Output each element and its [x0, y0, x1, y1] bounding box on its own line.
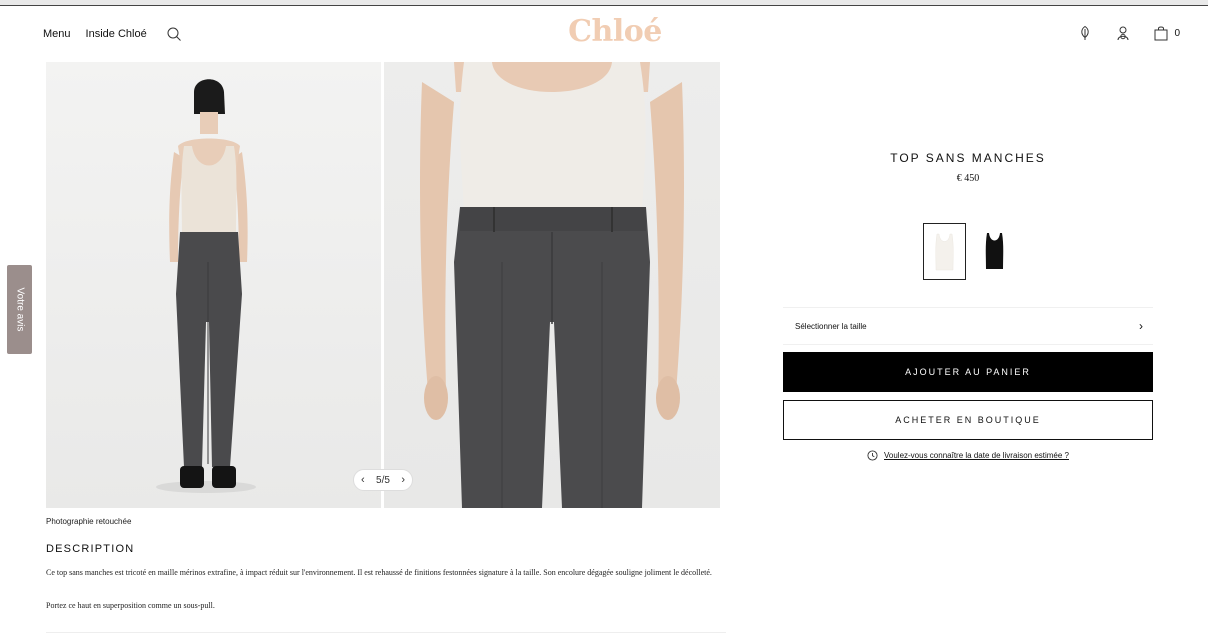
swatch-black[interactable] [974, 223, 1017, 280]
product-photo-back-view[interactable] [46, 62, 381, 508]
account-icon[interactable] [1115, 25, 1131, 41]
feedback-tab[interactable]: Votre avis [7, 265, 32, 354]
gallery-next-button[interactable]: › [401, 474, 405, 486]
product-gallery [46, 62, 720, 508]
utility-nav: 0 [1055, 25, 1180, 41]
product-name: TOP SANS MANCHES [890, 151, 1046, 165]
gallery-page-indicator: 5/5 [376, 474, 390, 486]
photo-retouch-note: Photographie retouchée [46, 517, 132, 526]
product-photo-detail-view[interactable] [384, 62, 720, 508]
size-selector-label: Sélectionner la taille [795, 321, 867, 331]
search-icon[interactable] [166, 26, 182, 42]
feedback-tab-label: Votre avis [14, 287, 26, 332]
description-heading: DESCRIPTION [46, 543, 135, 555]
brand-logo[interactable]: Chloé [560, 14, 670, 49]
product-details: TOP SANS MANCHES € 450 [783, 150, 1153, 184]
cart-count: 0 [1174, 27, 1180, 39]
product-price: € 450 [956, 173, 980, 184]
nav-menu-link[interactable]: Menu [43, 28, 71, 40]
delivery-estimate-link[interactable]: Voulez-vous connaître la date de livrais… [884, 451, 1069, 460]
gallery-prev-button[interactable]: ‹ [361, 474, 365, 486]
size-selector[interactable]: Sélectionner la taille › [783, 307, 1153, 345]
clock-icon [867, 450, 878, 461]
color-swatches [923, 223, 1017, 280]
gallery-pager: ‹ 5/5 › [353, 469, 413, 491]
site-header: Menu Inside Chloé Chloé 0 [0, 6, 1208, 58]
bag-icon[interactable] [1153, 25, 1169, 41]
description-paragraph: Ce top sans manches est tricoté en maill… [46, 568, 712, 577]
description-paragraph: Portez ce haut en superposition comme un… [46, 601, 215, 610]
swatch-ivory[interactable] [923, 223, 966, 280]
add-to-cart-button[interactable]: AJOUTER AU PANIER [783, 352, 1153, 392]
buy-in-store-button[interactable]: ACHETER EN BOUTIQUE [783, 400, 1153, 440]
divider [46, 632, 726, 633]
leaf-icon[interactable] [1077, 25, 1093, 41]
chevron-right-icon: › [1139, 319, 1143, 333]
nav-inside-chloe-link[interactable]: Inside Chloé [86, 28, 147, 40]
primary-nav: Menu Inside Chloé [43, 26, 182, 42]
delivery-estimate: Voulez-vous connaître la date de livrais… [783, 450, 1153, 461]
